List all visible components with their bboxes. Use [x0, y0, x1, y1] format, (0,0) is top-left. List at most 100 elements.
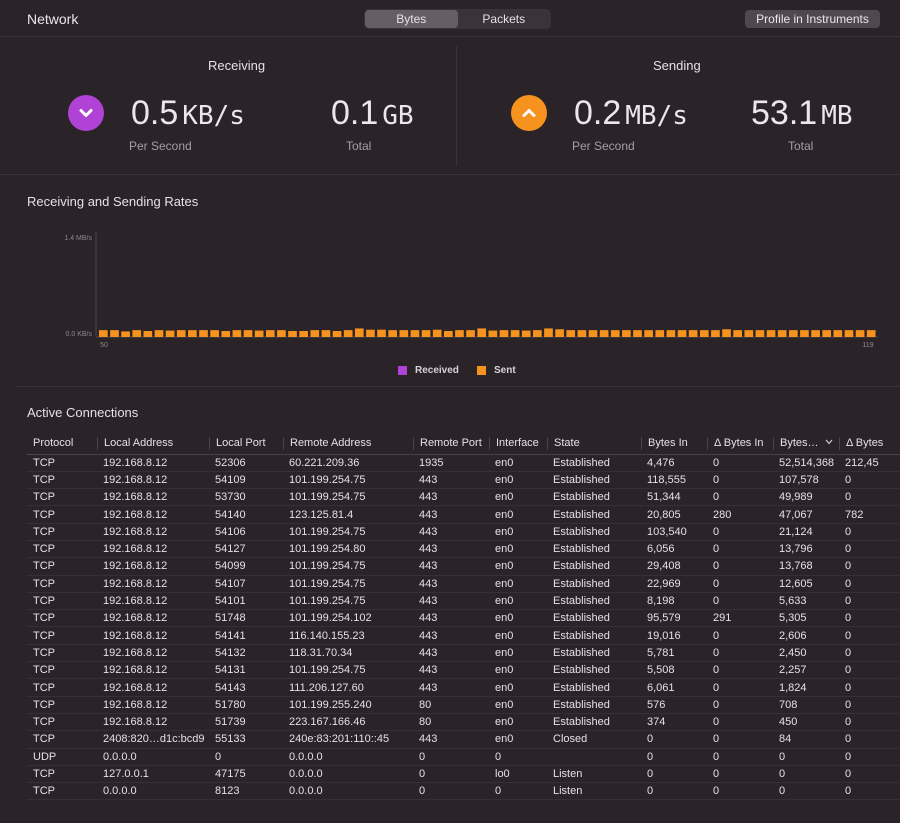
col-local-address-header-label: Local Address	[97, 436, 209, 450]
bytes-in-cell: 20,805	[641, 505, 707, 524]
remote-address-cell: 101.199.254.75	[283, 488, 413, 507]
bytes-out-cell: 12,605	[773, 575, 839, 593]
col-bytes-out-header[interactable]: Bytes…	[773, 433, 839, 455]
table-row[interactable]: TCP 192.168.8.12 54127 101.199.254.80 443 en0…	[27, 540, 900, 559]
remote-address-cell: 101.199.254.80	[283, 540, 413, 559]
local-port-cell: 54106	[209, 523, 283, 541]
sent-bar	[555, 329, 564, 337]
delta-bytes-out-cell: 0	[839, 782, 900, 801]
table-row[interactable]: TCP 192.168.8.12 51739 223.167.166.46 80 en0 E…	[27, 713, 900, 732]
bytes-out-cell: 708	[773, 696, 839, 714]
sent-bar	[343, 330, 353, 337]
delta-bytes-out-cell: 0	[839, 557, 900, 576]
remote-address-cell: 0.0.0.0	[283, 765, 413, 784]
remote-port-cell: 443	[413, 575, 489, 593]
table-row[interactable]: TCP 192.168.8.12 54101 101.199.254.75 443 en0…	[27, 592, 900, 611]
table-row[interactable]: TCP 192.168.8.12 52306 60.221.209.36 1935 en0…	[27, 454, 900, 472]
remote-port-cell: 1935	[413, 454, 489, 472]
remote-port-cell: 443	[413, 730, 489, 749]
protocol-cell: TCP	[27, 730, 97, 749]
interface-cell: en0	[489, 505, 547, 524]
bytes-out-cell: 107,578	[773, 471, 839, 490]
sent-bar	[822, 330, 832, 337]
table-row[interactable]: TCP 192.168.8.12 54143 111.206.127.60 443 en0…	[27, 678, 900, 697]
section-divider	[15, 386, 900, 387]
local-port-cell: 51780	[209, 696, 283, 714]
col-interface-header[interactable]: Interface	[489, 433, 547, 455]
sent-bar	[577, 330, 587, 337]
sort-chevron-down-icon	[825, 439, 832, 445]
remote-port-cell: 0	[413, 748, 489, 766]
col-local-address-header[interactable]: Local Address	[97, 433, 209, 455]
sent-bar	[165, 330, 175, 337]
sent-bar	[210, 330, 219, 337]
local-address-cell: 192.168.8.12	[97, 626, 209, 645]
bytes-in-cell: 51,344	[641, 488, 707, 507]
col-bytes-out-header-label: Bytes…	[773, 436, 839, 450]
table-row[interactable]: TCP 192.168.8.12 51748 101.199.254.102 443 en…	[27, 609, 900, 628]
sent-bar	[377, 329, 386, 337]
table-row[interactable]: UDP 0.0.0.0 0 0.0.0.0 0 0 0 0 0 0	[27, 748, 900, 766]
table-row[interactable]: TCP 192.168.8.12 53730 101.199.254.75 443 en0…	[27, 488, 900, 507]
protocol-cell: TCP	[27, 575, 97, 593]
sent-bar	[332, 331, 342, 337]
col-remote-port-header[interactable]: Remote Port	[413, 433, 489, 455]
remote-address-cell: 223.167.166.46	[283, 713, 413, 732]
state-cell: Established	[547, 540, 641, 559]
col-remote-address-header[interactable]: Remote Address	[283, 433, 413, 455]
local-address-cell: 192.168.8.12	[97, 644, 209, 663]
local-address-cell: 192.168.8.12	[97, 696, 209, 714]
profile-in-instruments-button[interactable]: Profile in Instruments	[745, 10, 880, 28]
col-delta-bytes-out-header[interactable]: Δ Bytes	[839, 433, 900, 455]
delta-bytes-in-cell: 0	[707, 644, 773, 663]
remote-address-cell: 101.199.254.75	[283, 557, 413, 576]
interface-cell: en0	[489, 523, 547, 541]
state-cell: Established	[547, 609, 641, 628]
table-row[interactable]: TCP 192.168.8.12 54140 123.125.81.4 443 en0 Es…	[27, 505, 900, 524]
bytes-in-cell: 6,056	[641, 540, 707, 559]
sent-bar	[488, 330, 498, 337]
table-row[interactable]: TCP 192.168.8.12 54099 101.199.254.75 443 en0…	[27, 557, 900, 576]
remote-port-cell: 443	[413, 609, 489, 628]
table-row[interactable]: TCP 192.168.8.12 51780 101.199.255.240 80 en0…	[27, 696, 900, 714]
sent-bar	[143, 331, 153, 337]
bytes-out-cell: 47,067	[773, 505, 839, 524]
x-tick-label: 50	[100, 342, 108, 349]
col-protocol-header[interactable]: Protocol	[27, 433, 97, 455]
table-row[interactable]: TCP 192.168.8.12 54141 116.140.155.23 443 en0…	[27, 626, 900, 645]
bytes-segment[interactable]: Bytes	[365, 10, 458, 28]
col-state-header[interactable]: State	[547, 433, 641, 455]
sending-total-label: Total	[788, 139, 814, 153]
remote-port-cell: 443	[413, 471, 489, 490]
col-remote-port-header-label: Remote Port	[413, 436, 489, 450]
table-row[interactable]: TCP 192.168.8.12 54132 118.31.70.34 443 en0 Es…	[27, 644, 900, 663]
bytes-out-cell: 2,606	[773, 626, 839, 645]
table-row[interactable]: TCP 192.168.8.12 54109 101.199.254.75 443 en0…	[27, 471, 900, 490]
col-bytes-in-header[interactable]: Bytes In	[641, 433, 707, 455]
col-delta-bytes-in-header[interactable]: Δ Bytes In	[707, 433, 773, 455]
table-row[interactable]: TCP 192.168.8.12 54131 101.199.254.75 443 en0…	[27, 661, 900, 680]
sent-bar	[599, 330, 609, 337]
delta-bytes-in-cell: 0	[707, 782, 773, 801]
remote-port-cell: 80	[413, 713, 489, 732]
interface-cell: en0	[489, 575, 547, 593]
remote-address-cell: 123.125.81.4	[283, 505, 413, 524]
delta-bytes-out-cell: 0	[839, 609, 900, 628]
remote-port-cell: 80	[413, 696, 489, 714]
sending-rate-label: Per Second	[572, 139, 635, 153]
table-row[interactable]: TCP 2408:820…d1c:bcd9 55133 240e:83:201:110…	[27, 730, 900, 749]
table-row[interactable]: TCP 0.0.0.0 8123 0.0.0.0 0 0 Listen 0 0 0 0	[27, 782, 900, 801]
table-row[interactable]: TCP 192.168.8.12 54107 101.199.254.75 443 en0…	[27, 575, 900, 593]
table-row[interactable]: TCP 192.168.8.12 54106 101.199.254.75 443 en0…	[27, 523, 900, 541]
col-local-port-header[interactable]: Local Port	[209, 433, 283, 455]
sent-bar	[99, 330, 108, 337]
toolbar: Network Bytes Packets Profile in Instrum…	[0, 0, 900, 37]
state-cell	[547, 748, 641, 766]
col-delta-bytes-out-header-label: Δ Bytes	[839, 436, 900, 450]
bytes-out-cell: 2,257	[773, 661, 839, 680]
packets-segment[interactable]: Packets	[458, 10, 551, 28]
sent-bar	[421, 330, 431, 337]
local-address-cell: 192.168.8.12	[97, 661, 209, 680]
table-row[interactable]: TCP 127.0.0.1 47175 0.0.0.0 0 lo0 Listen 0 0 0 0	[27, 765, 900, 784]
interface-cell: en0	[489, 661, 547, 680]
